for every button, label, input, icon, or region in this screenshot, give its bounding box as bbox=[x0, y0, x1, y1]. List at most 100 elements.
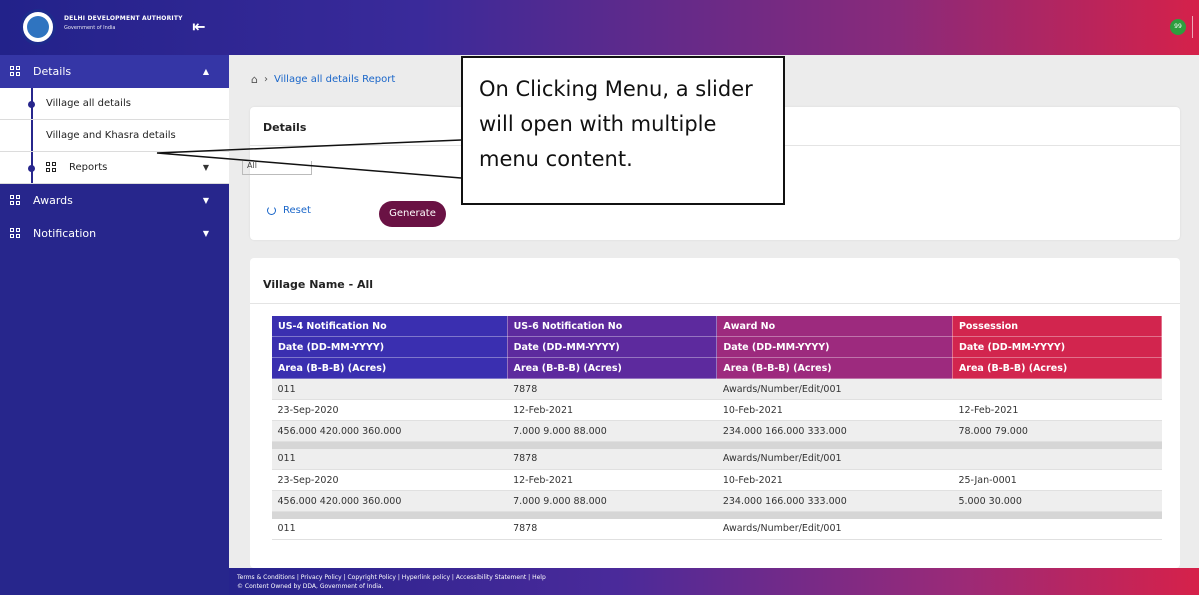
table-cell: 7.000 9.000 88.000 bbox=[507, 490, 717, 512]
submenu-item-label: Reports bbox=[69, 162, 108, 173]
generate-button[interactable]: Generate bbox=[379, 201, 446, 227]
column-subheader: Area (B-B-B) (Acres) bbox=[506, 357, 718, 379]
chevron-down-icon: ▼ bbox=[202, 163, 209, 172]
table-cell: 12-Feb-2021 bbox=[952, 399, 1162, 421]
table-cell: 456.000 420.000 360.000 bbox=[271, 490, 508, 512]
sidebar: Details ▲ Village all details Village an… bbox=[0, 55, 229, 595]
column-subheader: Date (DD-MM-YYYY) bbox=[716, 336, 953, 358]
menu-collapse-icon[interactable]: ⇤ bbox=[188, 16, 210, 38]
table-cell: 25-Jan-0001 bbox=[952, 469, 1162, 491]
table-cell: Awards/Number/Edit/001 bbox=[716, 518, 953, 540]
sidebar-item-details[interactable]: Details ▲ bbox=[0, 55, 229, 88]
table-cell bbox=[952, 518, 1162, 540]
report-table: US-4 Notification No US-6 Notification N… bbox=[271, 315, 1163, 540]
column-subheader: Area (B-B-B) (Acres) bbox=[716, 357, 953, 379]
top-header: DELHI DEVELOPMENT AUTHORITY Government o… bbox=[0, 0, 1199, 55]
sidebar-item-label: Awards bbox=[33, 194, 73, 207]
chevron-up-icon: ▲ bbox=[202, 67, 209, 76]
grid-icon bbox=[46, 162, 57, 173]
table-header-row: Date (DD-MM-YYYY) Date (DD-MM-YYYY) Date… bbox=[271, 336, 1163, 358]
table-cell: 234.000 166.000 333.000 bbox=[716, 490, 953, 512]
column-subheader: Area (B-B-B) (Acres) bbox=[951, 357, 1163, 379]
table-cell: 234.000 166.000 333.000 bbox=[716, 420, 953, 442]
org-subtitle: Government of India bbox=[64, 25, 116, 31]
bullet-icon bbox=[28, 165, 35, 172]
submenu-item-village-all-details[interactable]: Village all details bbox=[0, 88, 229, 120]
column-subheader: Date (DD-MM-YYYY) bbox=[506, 336, 718, 358]
sidebar-item-label: Notification bbox=[33, 227, 97, 240]
table-cell: 23-Sep-2020 bbox=[271, 469, 508, 491]
table-cell bbox=[952, 378, 1162, 400]
table-cell: 7878 bbox=[507, 378, 717, 400]
dda-logo bbox=[20, 9, 56, 45]
table-cell bbox=[952, 448, 1162, 470]
breadcrumb: ⌂ › Village all details Report bbox=[251, 73, 395, 86]
refresh-icon bbox=[267, 206, 276, 215]
table-cell: 011 bbox=[271, 448, 508, 470]
org-title: DELHI DEVELOPMENT AUTHORITY Government o… bbox=[64, 15, 183, 31]
column-header: US-4 Notification No bbox=[271, 315, 508, 337]
table-cell: 7.000 9.000 88.000 bbox=[507, 420, 717, 442]
chevron-right-icon: › bbox=[263, 74, 268, 85]
reset-button[interactable]: Reset bbox=[267, 205, 311, 216]
chevron-down-icon: ▼ bbox=[202, 196, 209, 205]
table-row: 011 7878 Awards/Number/Edit/001 bbox=[271, 518, 1162, 540]
reset-label: Reset bbox=[283, 205, 311, 216]
column-header: US-6 Notification No bbox=[506, 315, 718, 337]
group-separator bbox=[271, 511, 1162, 519]
table-cell: 456.000 420.000 360.000 bbox=[271, 420, 508, 442]
sidebar-item-notification[interactable]: Notification ▼ bbox=[0, 217, 229, 250]
column-subheader: Area (B-B-B) (Acres) bbox=[271, 357, 508, 379]
home-icon[interactable]: ⌂ bbox=[251, 73, 258, 86]
grid-icon bbox=[10, 66, 21, 77]
column-header: Possession bbox=[951, 315, 1163, 337]
org-name: DELHI DEVELOPMENT AUTHORITY bbox=[64, 15, 183, 22]
table-cell: 011 bbox=[271, 518, 508, 540]
table-cell: 78.000 79.000 bbox=[952, 420, 1162, 442]
callout-annotation: On Clicking Menu, a slider will open wit… bbox=[461, 56, 785, 205]
sidebar-item-awards[interactable]: Awards ▼ bbox=[0, 184, 229, 217]
breadcrumb-current[interactable]: Village all details Report bbox=[274, 74, 395, 85]
table-header-row: US-4 Notification No US-6 Notification N… bbox=[271, 315, 1163, 337]
details-submenu: Village all details Village and Khasra d… bbox=[0, 88, 229, 184]
filter-card-title: Details bbox=[263, 121, 307, 134]
chevron-down-icon: ▼ bbox=[202, 229, 209, 238]
grid-icon bbox=[10, 228, 21, 239]
header-divider bbox=[1192, 16, 1193, 38]
sidebar-item-label: Details bbox=[33, 65, 72, 78]
table-cell: 23-Sep-2020 bbox=[271, 399, 508, 421]
column-subheader: Date (DD-MM-YYYY) bbox=[951, 336, 1163, 358]
table-cell: Awards/Number/Edit/001 bbox=[716, 378, 953, 400]
notification-icon[interactable]: 99 bbox=[1170, 19, 1186, 35]
sidebar-footer bbox=[0, 568, 229, 595]
report-card: Village Name - All US-4 Notification No … bbox=[250, 258, 1180, 568]
table-row: 456.000 420.000 360.000 7.000 9.000 88.0… bbox=[271, 490, 1162, 512]
table-cell: 5.000 30.000 bbox=[952, 490, 1162, 512]
submenu-item-label: Village and Khasra details bbox=[46, 130, 176, 141]
table-cell: 7878 bbox=[507, 518, 717, 540]
table-cell: 7878 bbox=[507, 448, 717, 470]
submenu-item-reports[interactable]: Reports ▼ bbox=[0, 152, 229, 184]
table-cell: Awards/Number/Edit/001 bbox=[716, 448, 953, 470]
group-separator bbox=[271, 441, 1162, 449]
footer-links[interactable]: Terms & Conditions | Privacy Policy | Co… bbox=[237, 574, 1199, 581]
column-header: Award No bbox=[716, 315, 953, 337]
report-title: Village Name - All bbox=[263, 278, 374, 291]
submenu-item-village-khasra-details[interactable]: Village and Khasra details bbox=[0, 120, 229, 152]
table-cell: 10-Feb-2021 bbox=[716, 469, 953, 491]
table-row: 23-Sep-2020 12-Feb-2021 10-Feb-2021 25-J… bbox=[271, 469, 1162, 491]
table-row: 011 7878 Awards/Number/Edit/001 bbox=[271, 448, 1162, 470]
village-select[interactable]: All bbox=[242, 161, 312, 175]
table-cell: 12-Feb-2021 bbox=[507, 469, 717, 491]
bullet-icon bbox=[28, 101, 35, 108]
table-cell: 011 bbox=[271, 378, 508, 400]
footer-copyright: © Content Owned by DDA, Government of In… bbox=[237, 583, 384, 590]
submenu-item-label: Village all details bbox=[46, 98, 131, 109]
grid-icon bbox=[10, 195, 21, 206]
page-footer: Terms & Conditions | Privacy Policy | Co… bbox=[229, 568, 1199, 595]
table-row: 23-Sep-2020 12-Feb-2021 10-Feb-2021 12-F… bbox=[271, 399, 1162, 421]
table-cell: 10-Feb-2021 bbox=[716, 399, 953, 421]
table-cell: 12-Feb-2021 bbox=[507, 399, 717, 421]
table-row: 011 7878 Awards/Number/Edit/001 bbox=[271, 378, 1162, 400]
table-row: 456.000 420.000 360.000 7.000 9.000 88.0… bbox=[271, 420, 1162, 442]
